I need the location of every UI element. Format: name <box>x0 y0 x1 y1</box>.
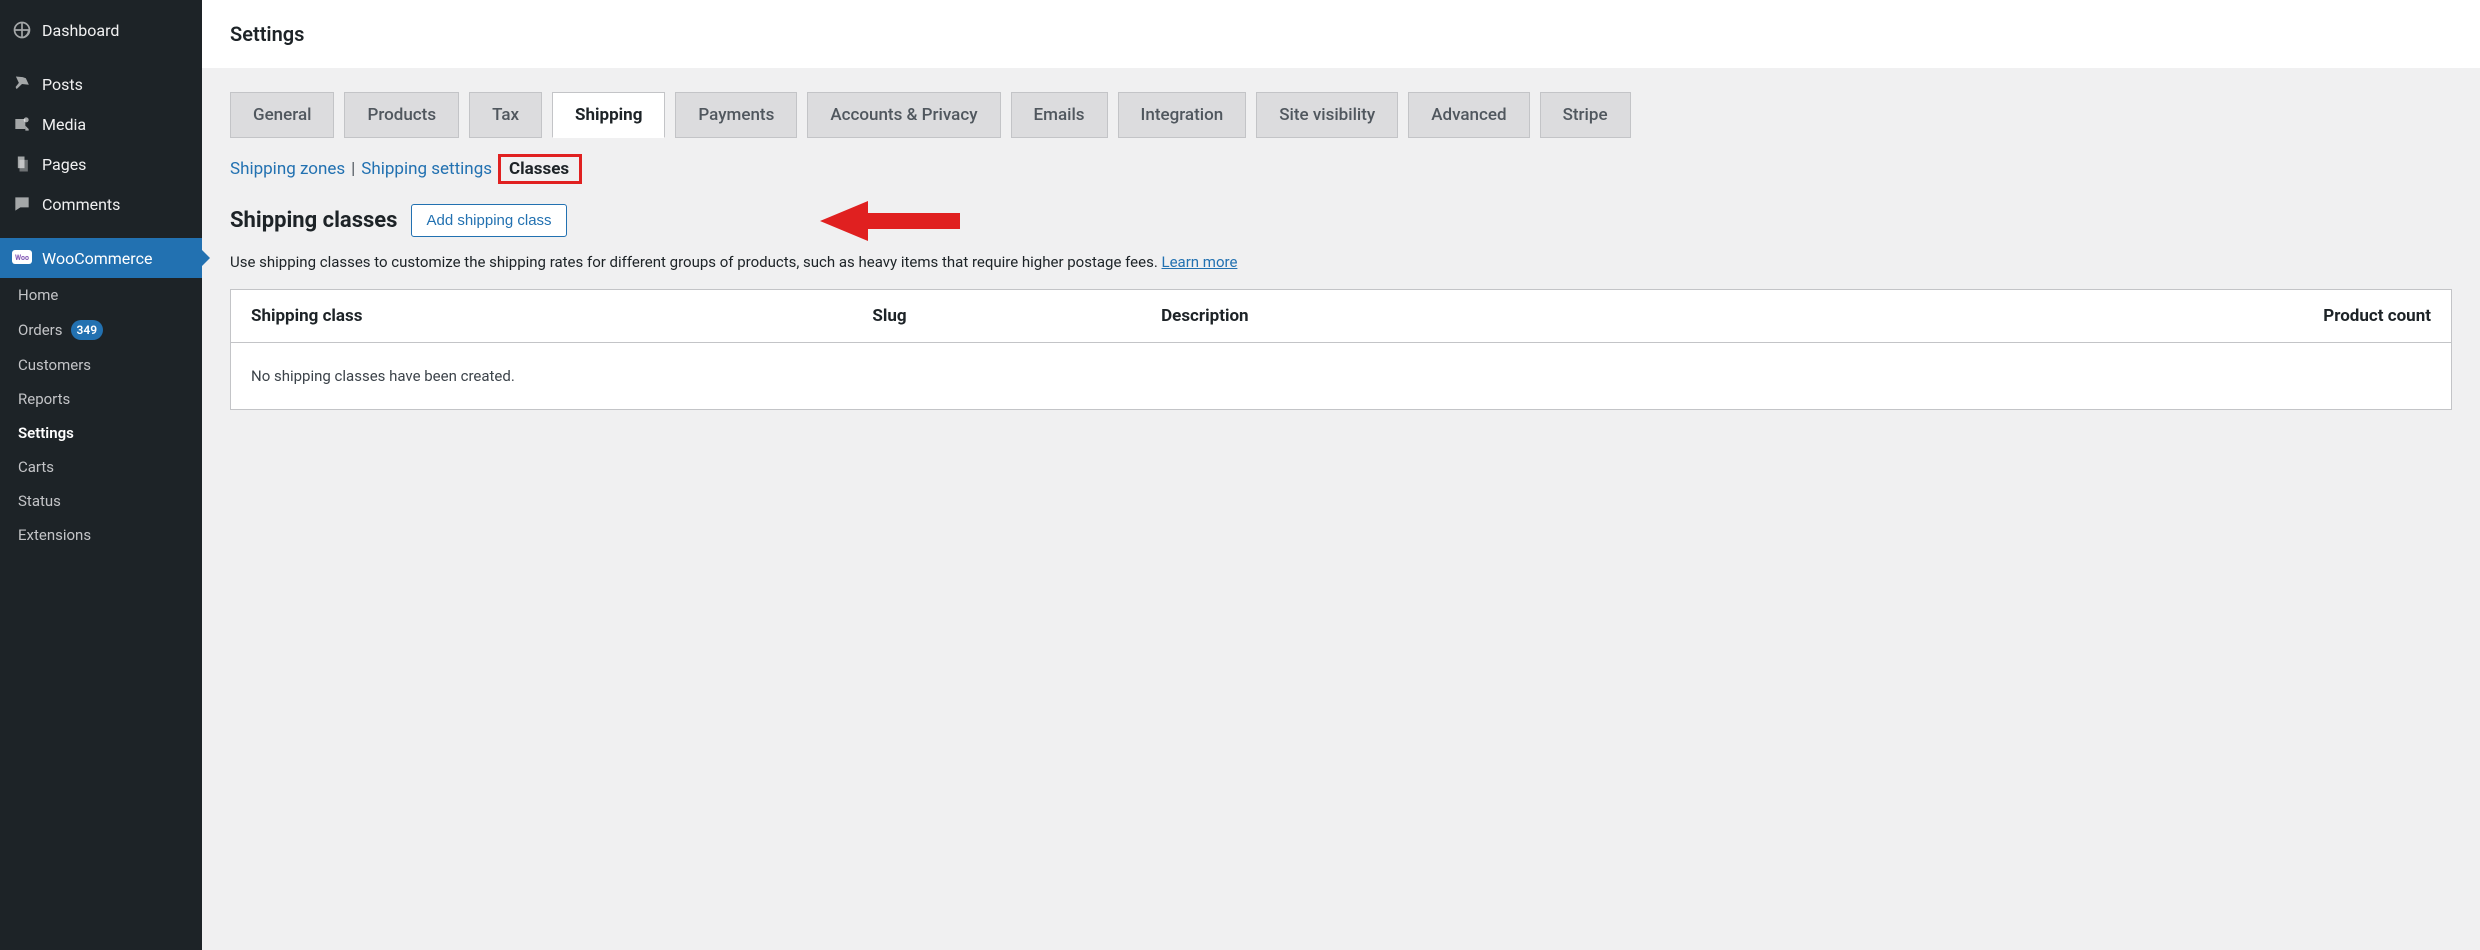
sidebar-sub-status[interactable]: Status <box>0 484 202 518</box>
empty-state-text: No shipping classes have been created. <box>231 343 2452 410</box>
sidebar-item-pages[interactable]: Pages <box>0 144 202 184</box>
subnav-classes-highlighted[interactable]: Classes <box>498 154 582 184</box>
sidebar-item-label: Pages <box>42 155 86 174</box>
sidebar-item-dashboard[interactable]: Dashboard <box>0 10 202 50</box>
sidebar-sub-extensions[interactable]: Extensions <box>0 518 202 552</box>
tab-accounts-privacy[interactable]: Accounts & Privacy <box>807 92 1000 138</box>
table-row-empty: No shipping classes have been created. <box>231 343 2452 410</box>
shipping-classes-table: Shipping class Slug Description Product … <box>230 289 2452 410</box>
sidebar-sub-label: Status <box>18 492 61 510</box>
sidebar-item-posts[interactable]: Posts <box>0 64 202 104</box>
subnav-shipping-settings[interactable]: Shipping settings <box>361 159 492 179</box>
col-shipping-class: Shipping class <box>231 290 853 343</box>
add-shipping-class-button[interactable]: Add shipping class <box>411 204 566 237</box>
sidebar-item-label: Comments <box>42 195 120 214</box>
section-heading: Shipping classes <box>230 208 397 233</box>
sidebar-sub-label: Settings <box>18 424 74 442</box>
shipping-subnav: Shipping zones | Shipping settings Class… <box>230 154 2452 184</box>
tab-stripe[interactable]: Stripe <box>1540 92 1631 138</box>
tab-products[interactable]: Products <box>344 92 459 138</box>
orders-count-badge: 349 <box>71 320 104 340</box>
sidebar-item-label: Dashboard <box>42 21 119 40</box>
tab-emails[interactable]: Emails <box>1011 92 1108 138</box>
sidebar-item-media[interactable]: Media <box>0 104 202 144</box>
tab-advanced[interactable]: Advanced <box>1408 92 1529 138</box>
sidebar-item-label: WooCommerce <box>42 249 152 268</box>
sidebar-item-label: Posts <box>42 75 83 94</box>
sidebar-sub-label: Customers <box>18 356 91 374</box>
dashboard-icon <box>12 20 32 40</box>
sidebar-item-woocommerce[interactable]: Woo WooCommerce <box>0 238 202 278</box>
topbar: Settings <box>202 0 2480 68</box>
sidebar-sub-label: Extensions <box>18 526 91 544</box>
sidebar-sub-carts[interactable]: Carts <box>0 450 202 484</box>
sidebar-sub-label: Carts <box>18 458 54 476</box>
tab-payments[interactable]: Payments <box>675 92 797 138</box>
main-content: Settings General Products Tax Shipping P… <box>202 0 2480 950</box>
subnav-separator: | <box>351 159 355 179</box>
col-product-count: Product count <box>2118 290 2451 343</box>
page-title: Settings <box>230 22 2452 46</box>
col-description: Description <box>1141 290 2118 343</box>
tab-integration[interactable]: Integration <box>1118 92 1247 138</box>
sidebar-sub-settings[interactable]: Settings <box>0 416 202 450</box>
settings-tabs: General Products Tax Shipping Payments A… <box>230 92 2452 138</box>
tab-tax[interactable]: Tax <box>469 92 542 138</box>
woo-icon: Woo <box>12 248 32 268</box>
pin-icon <box>12 74 32 94</box>
sidebar-sub-home[interactable]: Home <box>0 278 202 312</box>
admin-sidebar: Dashboard Posts Media Pages Comments <box>0 0 202 950</box>
section-description: Use shipping classes to customize the sh… <box>230 253 2452 271</box>
sidebar-sub-customers[interactable]: Customers <box>0 348 202 382</box>
learn-more-link[interactable]: Learn more <box>1162 253 1238 271</box>
tab-site-visibility[interactable]: Site visibility <box>1256 92 1398 138</box>
sidebar-sub-orders[interactable]: Orders 349 <box>0 312 202 348</box>
media-icon <box>12 114 32 134</box>
pages-icon <box>12 154 32 174</box>
sidebar-sub-reports[interactable]: Reports <box>0 382 202 416</box>
sidebar-item-comments[interactable]: Comments <box>0 184 202 224</box>
svg-text:Woo: Woo <box>15 254 29 262</box>
comment-icon <box>12 194 32 214</box>
heading-row: Shipping classes Add shipping class <box>230 204 2452 237</box>
col-slug: Slug <box>852 290 1141 343</box>
sidebar-sub-label: Reports <box>18 390 70 408</box>
sidebar-sub-label: Orders <box>18 321 63 339</box>
description-text: Use shipping classes to customize the sh… <box>230 253 1162 271</box>
annotation-arrow-icon <box>820 196 960 246</box>
tab-general[interactable]: General <box>230 92 334 138</box>
sidebar-item-label: Media <box>42 115 86 134</box>
sidebar-sub-label: Home <box>18 286 58 304</box>
subnav-shipping-zones[interactable]: Shipping zones <box>230 159 345 179</box>
tab-shipping[interactable]: Shipping <box>552 92 665 138</box>
